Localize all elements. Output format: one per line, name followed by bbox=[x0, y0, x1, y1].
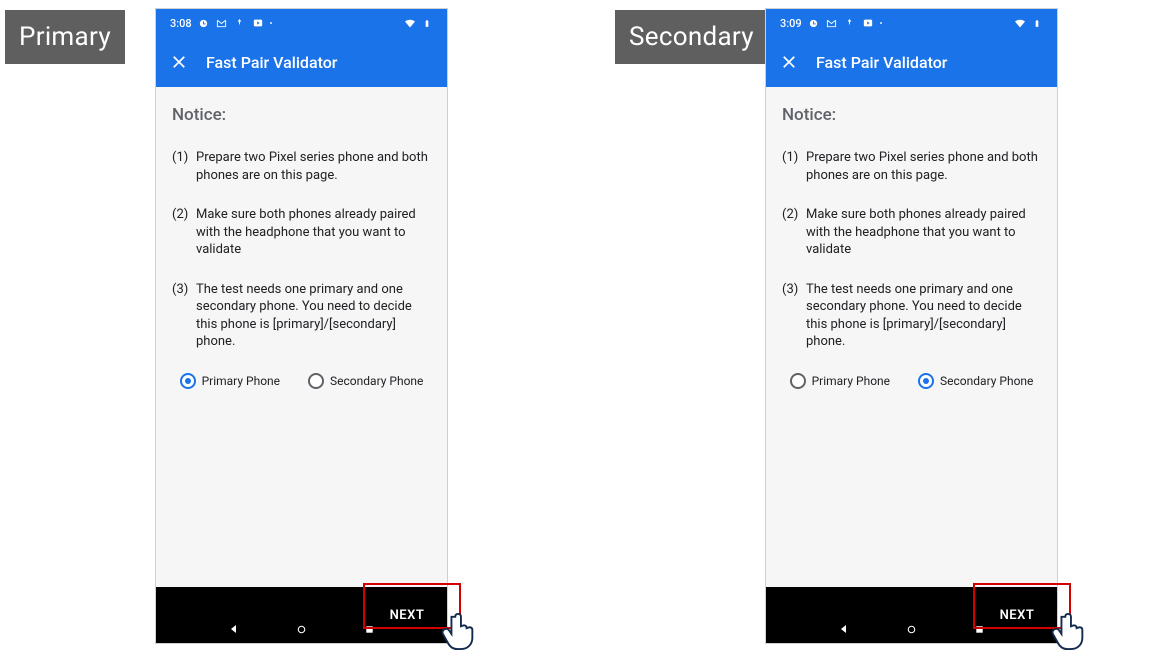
radio-primary-phone[interactable]: Primary Phone bbox=[180, 373, 280, 389]
step-text: The test needs one primary and one secon… bbox=[196, 281, 431, 351]
close-icon[interactable] bbox=[780, 53, 798, 71]
app-title: Fast Pair Validator bbox=[206, 53, 337, 72]
nav-keys bbox=[156, 615, 447, 643]
step-number: (3) bbox=[782, 281, 806, 351]
signal-icon bbox=[234, 17, 246, 29]
scene-tag-secondary: Secondary bbox=[615, 10, 768, 64]
status-left-group: 3:08 • bbox=[170, 17, 272, 30]
scene-tag-primary: Primary bbox=[5, 10, 125, 64]
step-text: Prepare two Pixel series phone and both … bbox=[806, 149, 1041, 184]
step-text: The test needs one primary and one secon… bbox=[806, 281, 1041, 351]
nav-keys bbox=[766, 615, 1057, 643]
radio-secondary-phone[interactable]: Secondary Phone bbox=[308, 373, 423, 389]
scene-primary: Primary 3:08 • Fast Pair Validator bbox=[0, 0, 575, 658]
status-time: 3:09 bbox=[780, 17, 802, 30]
nav-back-icon[interactable] bbox=[837, 622, 851, 636]
status-time: 3:08 bbox=[170, 17, 192, 30]
notice-step-1: (1) Prepare two Pixel series phone and b… bbox=[782, 149, 1041, 184]
scene-secondary: Secondary 3:09 • Fast Pair Validator bbox=[610, 0, 1150, 658]
radio-checked-icon bbox=[918, 373, 934, 389]
status-right-group bbox=[1014, 17, 1043, 29]
notice-step-1: (1) Prepare two Pixel series phone and b… bbox=[172, 149, 431, 184]
app-bar: Fast Pair Validator bbox=[766, 37, 1057, 87]
status-left-group: 3:09 • bbox=[780, 17, 882, 30]
nav-recent-icon[interactable] bbox=[363, 622, 377, 636]
radio-checked-icon bbox=[180, 373, 196, 389]
notice-heading: Notice: bbox=[782, 105, 1041, 125]
radio-secondary-phone[interactable]: Secondary Phone bbox=[918, 373, 1033, 389]
notice-heading: Notice: bbox=[172, 105, 431, 125]
notice-step-2: (2) Make sure both phones already paired… bbox=[172, 206, 431, 259]
pointer-hand-icon bbox=[1051, 611, 1089, 653]
step-text: Make sure both phones already paired wit… bbox=[806, 206, 1041, 259]
radio-label: Primary Phone bbox=[202, 374, 280, 388]
battery-icon bbox=[421, 17, 433, 29]
bottom-bar: NEXT bbox=[766, 587, 1057, 643]
step-number: (3) bbox=[172, 281, 196, 351]
youtube-icon bbox=[252, 17, 264, 29]
youtube-icon bbox=[862, 17, 874, 29]
step-text: Make sure both phones already paired wit… bbox=[196, 206, 431, 259]
bottom-bar: NEXT bbox=[156, 587, 447, 643]
step-text: Prepare two Pixel series phone and both … bbox=[196, 149, 431, 184]
alarm-icon bbox=[198, 17, 210, 29]
wifi-icon bbox=[404, 17, 416, 29]
nav-recent-icon[interactable] bbox=[973, 622, 987, 636]
phone-role-radio-group: Primary Phone Secondary Phone bbox=[782, 373, 1041, 389]
phone-role-radio-group: Primary Phone Secondary Phone bbox=[172, 373, 431, 389]
notice-step-3: (3) The test needs one primary and one s… bbox=[782, 281, 1041, 351]
phone-frame-right: 3:09 • Fast Pair Validator Notice: (1) bbox=[765, 8, 1058, 644]
step-number: (1) bbox=[172, 149, 196, 184]
radio-unchecked-icon bbox=[790, 373, 806, 389]
more-dot-icon: • bbox=[880, 19, 883, 28]
app-title: Fast Pair Validator bbox=[816, 53, 947, 72]
step-number: (1) bbox=[782, 149, 806, 184]
status-right-group bbox=[404, 17, 433, 29]
close-icon[interactable] bbox=[170, 53, 188, 71]
notice-step-2: (2) Make sure both phones already paired… bbox=[782, 206, 1041, 259]
gmail-icon bbox=[826, 17, 838, 29]
radio-label: Secondary Phone bbox=[940, 374, 1033, 388]
notice-step-3: (3) The test needs one primary and one s… bbox=[172, 281, 431, 351]
nav-home-icon[interactable] bbox=[295, 622, 309, 636]
radio-label: Secondary Phone bbox=[330, 374, 423, 388]
step-number: (2) bbox=[172, 206, 196, 259]
radio-primary-phone[interactable]: Primary Phone bbox=[790, 373, 890, 389]
content-area: Notice: (1) Prepare two Pixel series pho… bbox=[156, 87, 447, 587]
status-bar: 3:08 • bbox=[156, 9, 447, 37]
radio-unchecked-icon bbox=[308, 373, 324, 389]
wifi-icon bbox=[1014, 17, 1026, 29]
step-number: (2) bbox=[782, 206, 806, 259]
nav-home-icon[interactable] bbox=[905, 622, 919, 636]
nav-back-icon[interactable] bbox=[227, 622, 241, 636]
app-bar: Fast Pair Validator bbox=[156, 37, 447, 87]
status-bar: 3:09 • bbox=[766, 9, 1057, 37]
signal-icon bbox=[844, 17, 856, 29]
more-dot-icon: • bbox=[270, 19, 273, 28]
gmail-icon bbox=[216, 17, 228, 29]
phone-frame-left: 3:08 • Fast Pair Validator Notice: (1) bbox=[155, 8, 448, 644]
alarm-icon bbox=[808, 17, 820, 29]
radio-label: Primary Phone bbox=[812, 374, 890, 388]
pointer-hand-icon bbox=[441, 611, 479, 653]
content-area: Notice: (1) Prepare two Pixel series pho… bbox=[766, 87, 1057, 587]
battery-icon bbox=[1031, 17, 1043, 29]
